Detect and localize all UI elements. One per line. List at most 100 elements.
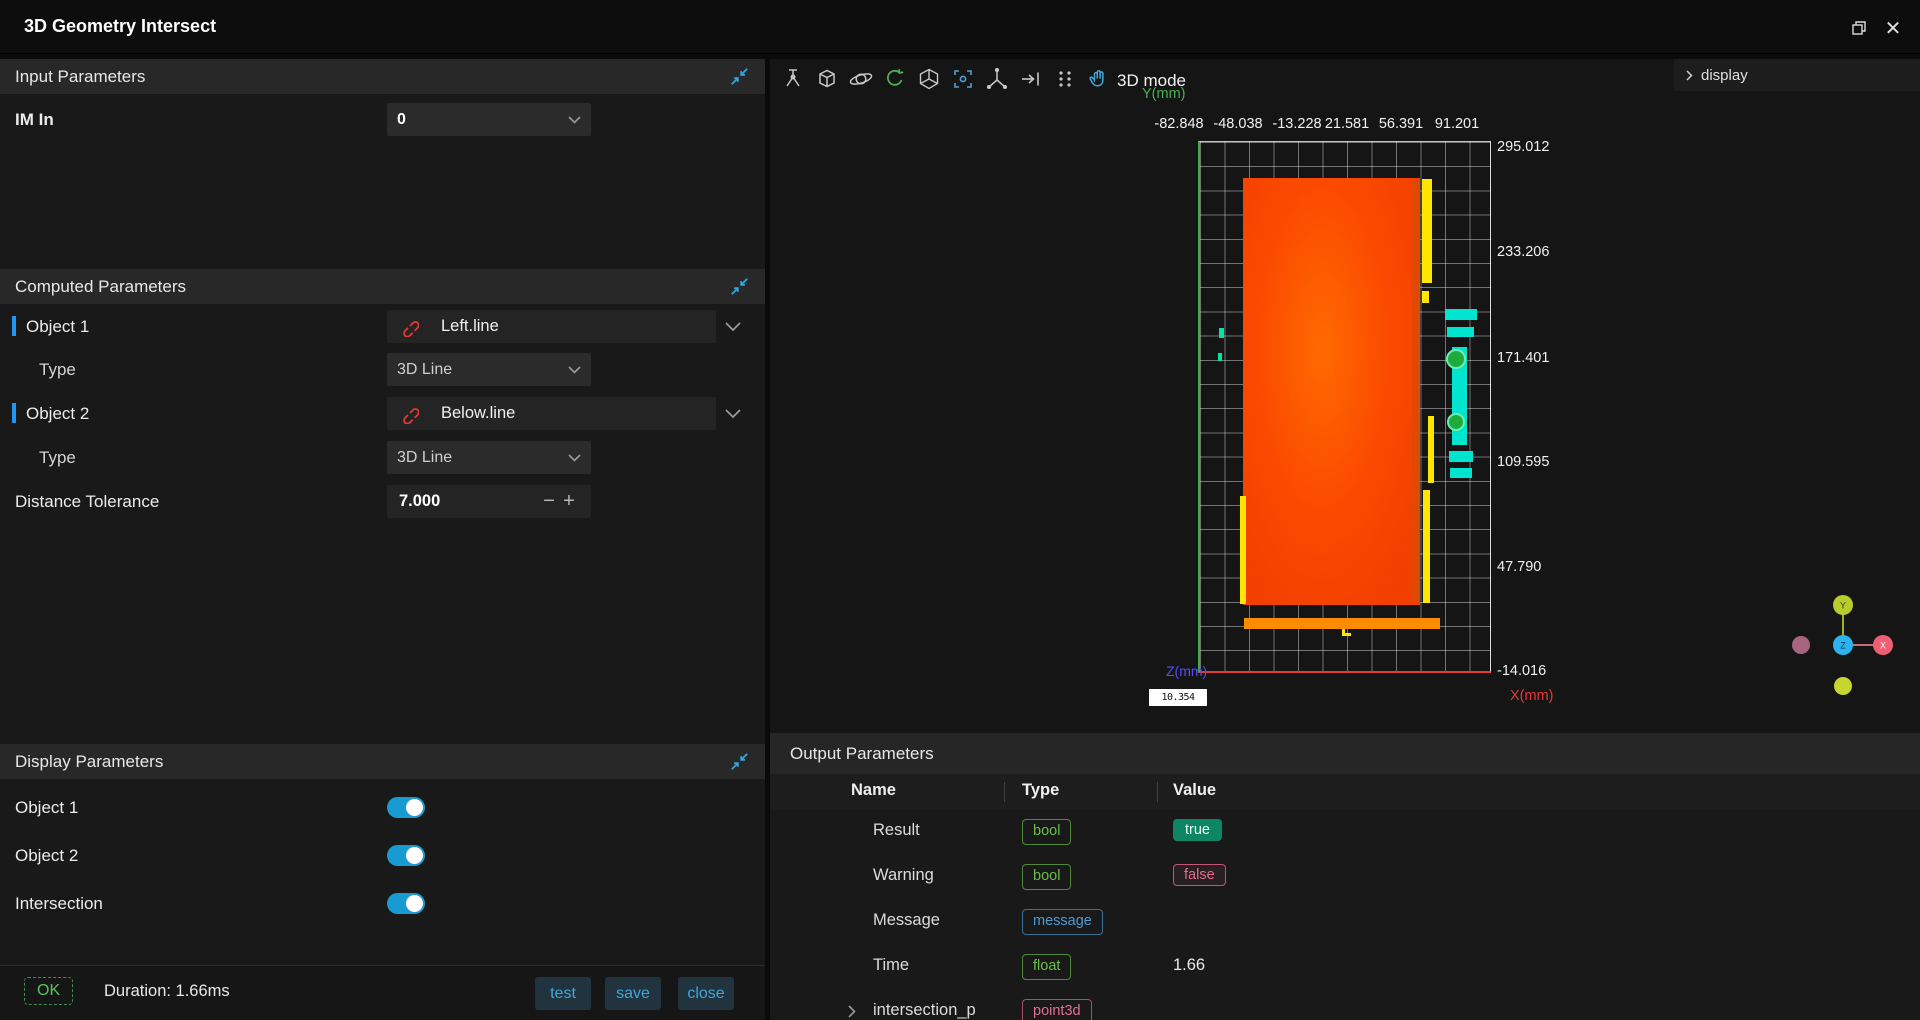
- gizmo-neg-x-dot[interactable]: [1792, 636, 1810, 654]
- display-object1-toggle[interactable]: [387, 797, 425, 818]
- object2-value: Below.line: [441, 404, 516, 422]
- cube-icon[interactable]: [813, 65, 840, 92]
- viewport-toolbar: [779, 65, 1112, 92]
- distance-tolerance-value: 7.000: [399, 492, 441, 510]
- computed-parameters-header: Computed Parameters: [0, 269, 765, 304]
- app-window: 3D Geometry Intersect ✕ Input Parameters…: [0, 0, 1920, 1020]
- output-row-message: Message message: [770, 900, 1920, 945]
- output-row-warning: Warning bool false: [770, 855, 1920, 900]
- x-tick-label: -82.848: [1154, 116, 1204, 132]
- object1-expand-chevron-icon[interactable]: [725, 322, 741, 332]
- display-object1-label: Object 1: [15, 798, 79, 817]
- orbit-icon[interactable]: [847, 65, 874, 92]
- object1-type-value: 3D Line: [397, 360, 453, 378]
- object1-type-dropdown[interactable]: 3D Line: [387, 353, 591, 386]
- display-parameters-body: Object 1 Object 2 Intersection: [0, 779, 765, 965]
- status-bar: OK Duration: 1.66ms test save close: [0, 965, 765, 1020]
- scan-bar-yellow: [1422, 291, 1429, 303]
- object1-field[interactable]: Left.line: [387, 310, 716, 343]
- close-button[interactable]: close: [678, 977, 734, 1010]
- decrement-button[interactable]: −: [539, 485, 559, 518]
- scan-bar-yellow: [1240, 496, 1246, 604]
- reset-rotation-icon[interactable]: [881, 65, 908, 92]
- column-value: Value: [1173, 781, 1217, 799]
- column-type: Type: [1022, 781, 1060, 799]
- restore-window-icon[interactable]: [1846, 15, 1872, 41]
- display-parameters-title: Display Parameters: [15, 751, 164, 771]
- display-object2-toggle[interactable]: [387, 845, 425, 866]
- grid-dots-icon[interactable]: [1051, 65, 1078, 92]
- gizmo-x-label: X: [1880, 641, 1886, 651]
- column-name: Name: [851, 781, 896, 799]
- distance-tolerance-input[interactable]: 7.000 − +: [387, 485, 591, 518]
- output-name: Message: [873, 911, 940, 929]
- heightmap-region: [1243, 178, 1420, 605]
- object2-field[interactable]: Below.line: [387, 397, 716, 430]
- unlink-icon: [403, 320, 419, 337]
- chevron-right-icon: [1686, 69, 1693, 81]
- output-name: Warning: [873, 866, 934, 884]
- intersection-point-marker: [1447, 413, 1465, 431]
- scale-readout: 10.354: [1149, 689, 1207, 706]
- type-badge: float: [1022, 954, 1072, 980]
- object2-expand-chevron-icon[interactable]: [725, 409, 741, 419]
- display-panel-toggle[interactable]: display: [1674, 59, 1920, 91]
- object1-value: Left.line: [441, 317, 499, 335]
- increment-button[interactable]: +: [559, 485, 579, 518]
- axis-triad-icon[interactable]: [983, 65, 1010, 92]
- object2-type-label: Type: [39, 448, 76, 467]
- collapse-icon[interactable]: [729, 751, 750, 772]
- collapse-icon[interactable]: [729, 66, 750, 87]
- close-window-icon[interactable]: ✕: [1880, 15, 1906, 41]
- move-to-icon[interactable]: [1017, 65, 1044, 92]
- toggle-knob: [406, 847, 423, 864]
- scan-bar-yellow: [1423, 490, 1430, 603]
- gizmo-y-label: Y: [1840, 601, 1846, 611]
- output-table-header: Name Type Value: [770, 774, 1920, 810]
- display-intersection-toggle[interactable]: [387, 893, 425, 914]
- value-badge: false: [1173, 864, 1226, 886]
- save-button[interactable]: save: [605, 977, 661, 1010]
- y-tick-label: -14.016: [1497, 663, 1547, 679]
- y-axis-label: Y(mm): [1142, 86, 1186, 102]
- probe-axes-icon[interactable]: [779, 65, 806, 92]
- intersection-point-marker: [1446, 349, 1466, 369]
- output-parameters-header: Output Parameters: [770, 733, 1920, 774]
- pan-hand-icon[interactable]: [1085, 65, 1112, 92]
- object2-type-value: 3D Line: [397, 448, 453, 466]
- toggle-knob: [406, 895, 423, 912]
- orientation-gizmo[interactable]: Y Z X: [1790, 585, 1910, 705]
- im-in-label: IM In: [15, 110, 54, 129]
- x-tick-label: 56.391: [1378, 116, 1424, 132]
- im-in-dropdown[interactable]: 0: [387, 103, 591, 136]
- fit-view-icon[interactable]: [949, 65, 976, 92]
- column-divider: [1157, 782, 1158, 802]
- im-in-value: 0: [397, 110, 406, 128]
- z-axis-label: Z(mm): [1166, 663, 1208, 679]
- gizmo-neg-y-dot[interactable]: [1834, 677, 1852, 695]
- column-divider: [1004, 782, 1005, 802]
- status-ok-badge: OK: [24, 977, 74, 1005]
- chevron-down-icon: [568, 365, 581, 374]
- output-name: intersection_p: [873, 1001, 976, 1019]
- gizmo-z-label: Z: [1840, 641, 1846, 651]
- output-row-result: Result bool true: [770, 810, 1920, 855]
- computed-parameters-body: Object 1 Left.line Type 3D Line Object 2…: [0, 304, 765, 744]
- distance-tolerance-label: Distance Tolerance: [15, 492, 160, 511]
- object2-type-dropdown[interactable]: 3D Line: [387, 441, 591, 474]
- test-button[interactable]: test: [535, 977, 591, 1010]
- viewport-3d[interactable]: 3D mode display Y(mm) -82.848 -48.038 -1…: [770, 59, 1920, 733]
- y-tick-label: 295.012: [1497, 139, 1550, 155]
- expand-chevron-icon[interactable]: [848, 1005, 856, 1018]
- scan-mark-cyan: [1445, 309, 1477, 320]
- x-tick-label: 21.581: [1324, 116, 1370, 132]
- object1-type-label: Type: [39, 360, 76, 379]
- display-object2-label: Object 2: [15, 846, 79, 865]
- polyhedron-icon[interactable]: [915, 65, 942, 92]
- object2-label: Object 2: [26, 404, 90, 423]
- collapse-icon[interactable]: [729, 276, 750, 297]
- scan-bar-yellow: [1428, 416, 1434, 483]
- chevron-down-icon: [568, 453, 581, 462]
- object2-accent-bar: [12, 403, 16, 423]
- scan-mark-cyan: [1449, 451, 1473, 462]
